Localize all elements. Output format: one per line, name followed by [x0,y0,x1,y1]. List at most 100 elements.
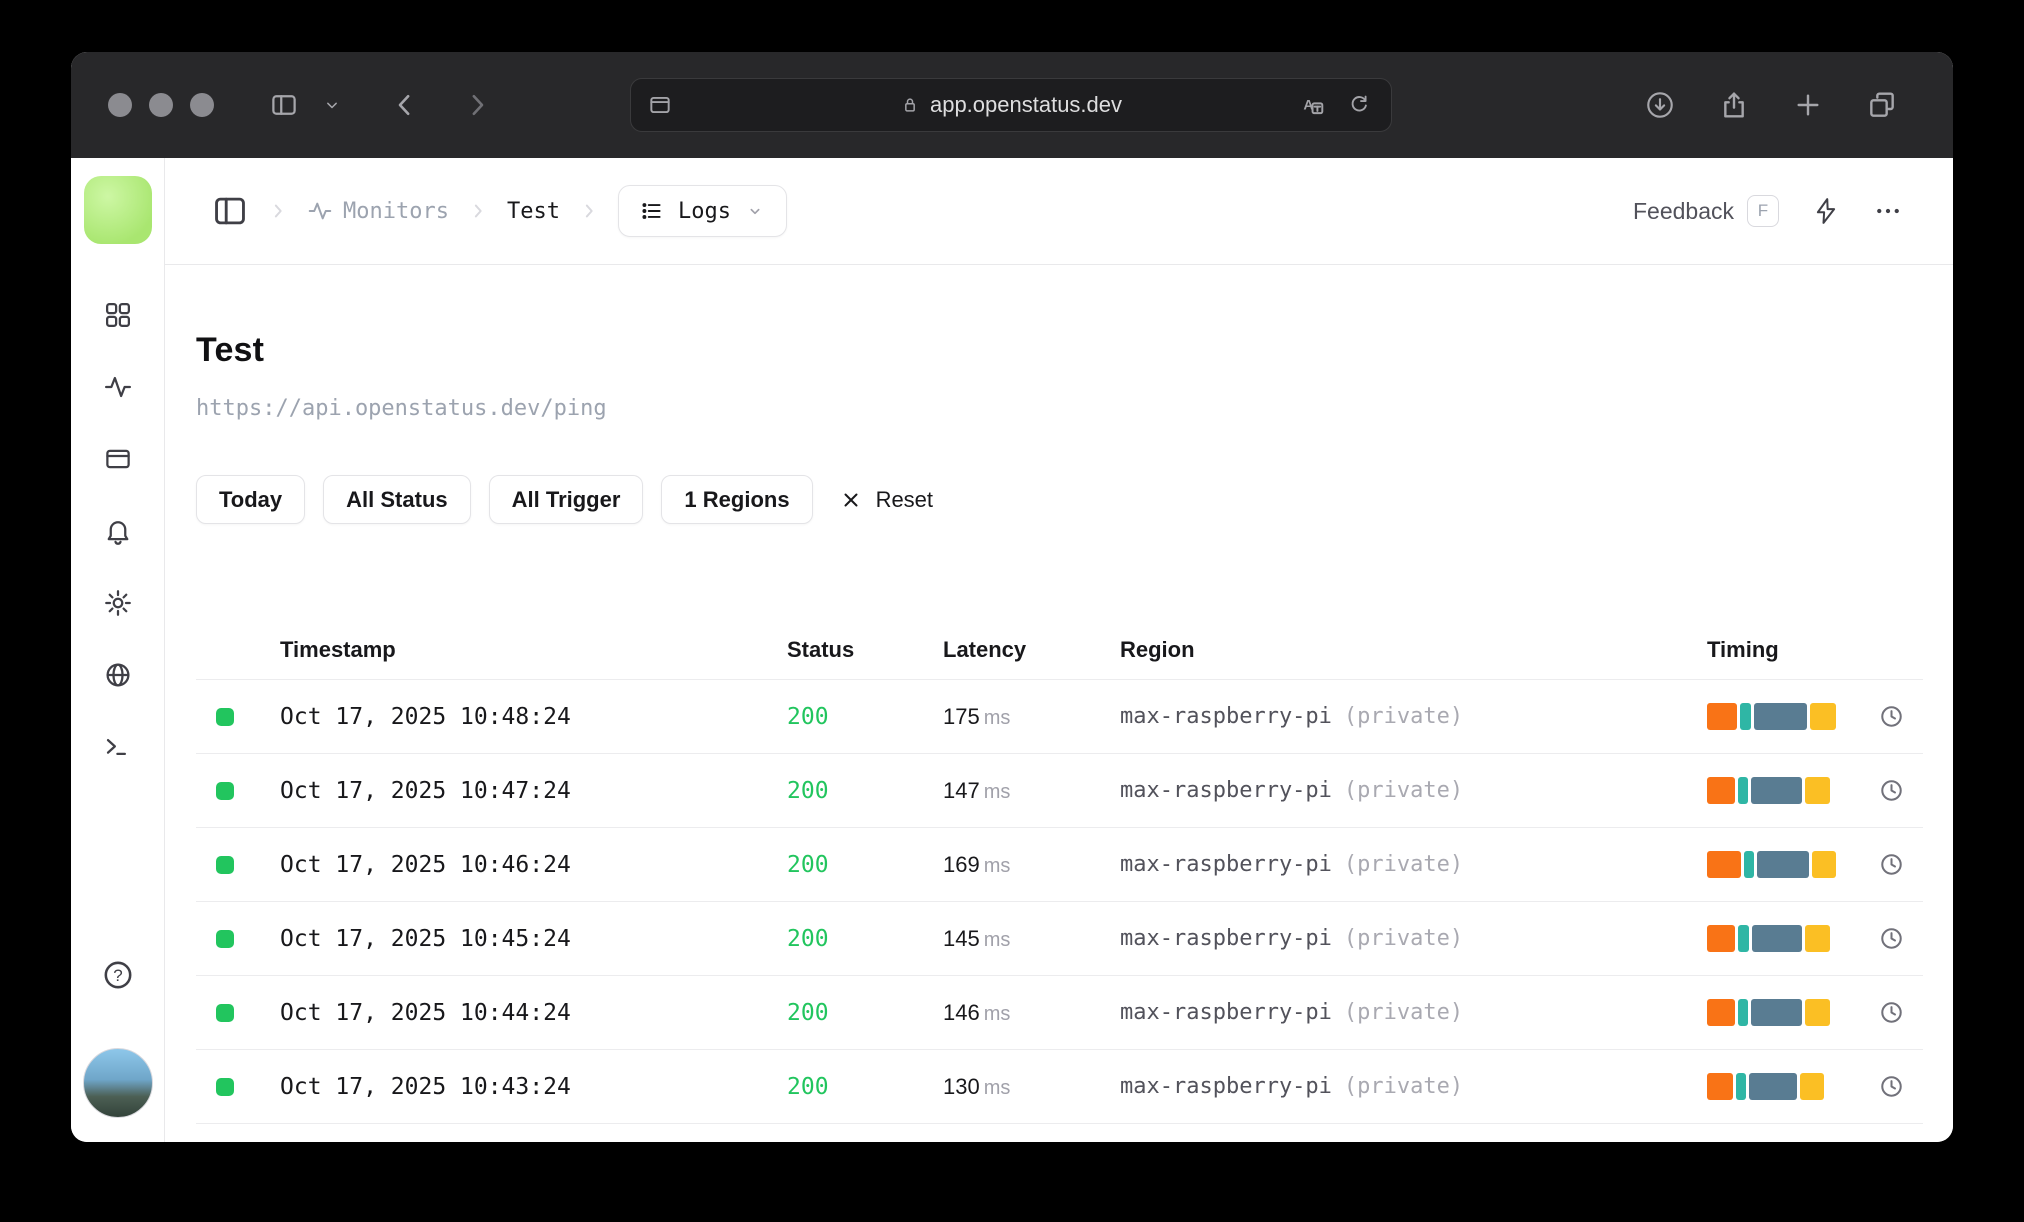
log-status-code: 200 [787,1073,829,1100]
workspace-logo[interactable] [84,176,152,244]
close-button[interactable] [108,93,132,117]
zoom-button[interactable] [190,93,214,117]
log-timestamp: Oct 17, 2025 10:43:24 [280,1073,571,1100]
forward-icon[interactable] [457,85,497,125]
activity-icon[interactable] [71,351,165,423]
feedback-button[interactable]: Feedback F [1633,195,1779,227]
logs-dropdown-button[interactable]: Logs [617,185,787,237]
status-dot [216,707,234,726]
timing-segment [1744,851,1754,878]
address-text: app.openstatus.dev [929,92,1123,117]
status-page-icon[interactable] [71,423,165,495]
region-private-badge: (private) [1343,1000,1464,1025]
timing-segment [1707,1073,1733,1100]
filter-regions-button[interactable]: 1 Regions [661,475,813,524]
log-row[interactable]: Oct 17, 2025 10:45:24 200 145 ms max-rasp… [196,902,1923,976]
chevron-down-icon[interactable] [319,85,345,125]
timing-segment [1805,925,1830,952]
clock-icon[interactable] [1878,703,1923,730]
browser-window: app.openstatus.dev A ? Monitors Test Log… [71,52,1953,1142]
breadcrumb-separator-icon [265,198,291,224]
panel-left-icon[interactable] [211,192,249,230]
log-timestamp: Oct 17, 2025 10:46:24 [280,851,571,878]
reload-icon[interactable] [1346,79,1371,131]
latency-unit: ms [983,1002,1011,1025]
clock-icon[interactable] [1878,851,1923,878]
app-header: Monitors Test Logs Feedback F [165,158,1953,265]
timing-bar [1707,703,1878,730]
back-icon[interactable] [385,85,425,125]
terminal-icon[interactable] [71,711,165,783]
bell-icon[interactable] [71,495,165,567]
filter-bar: Today All Status All Trigger 1 Regions R… [196,475,1923,524]
timing-segment [1736,1073,1746,1100]
column-timestamp: Timestamp [280,636,396,662]
log-row[interactable]: Oct 17, 2025 10:47:24 200 147 ms max-rasp… [196,754,1923,828]
more-options-icon[interactable] [1873,196,1903,226]
new-tab-icon[interactable] [1787,85,1829,125]
monitor-endpoint-url: https://api.openstatus.dev/ping [196,396,607,421]
timing-segment [1738,925,1749,952]
region-private-badge: (private) [1343,926,1464,951]
clock-icon[interactable] [1878,1073,1923,1100]
x-icon [844,493,858,506]
timing-segment [1810,703,1836,730]
breadcrumb-monitors[interactable]: Monitors [307,198,449,224]
region-private-badge: (private) [1343,852,1464,877]
share-icon[interactable] [1713,85,1755,125]
globe-icon[interactable] [71,639,165,711]
sidebar-toggle-icon[interactable] [264,85,304,125]
status-dot [216,1077,234,1096]
log-timestamp: Oct 17, 2025 10:47:24 [280,777,571,804]
filter-trigger-button[interactable]: All Trigger [488,475,644,524]
timing-segment [1800,1073,1824,1100]
filter-status-button[interactable]: All Status [323,475,471,524]
timing-bar [1707,777,1878,804]
timing-segment [1738,777,1748,804]
page-menu-icon[interactable] [647,79,673,131]
tab-overview-icon[interactable] [1861,85,1903,125]
clock-icon[interactable] [1878,999,1923,1026]
sidebar-rail: ? [71,158,165,1142]
help-icon[interactable]: ? [71,958,165,992]
translate-icon[interactable]: A [1299,79,1325,131]
user-avatar[interactable] [83,1048,153,1118]
address-bar[interactable]: app.openstatus.dev A [630,78,1392,132]
timing-segment [1812,851,1836,878]
log-row[interactable]: Oct 17, 2025 10:48:24 200 175 ms max-rasp… [196,680,1923,754]
page-title: Test [196,331,265,369]
filter-date-button[interactable]: Today [196,475,306,524]
log-latency: 169 ms [943,851,1011,877]
timing-segment [1707,777,1735,804]
log-region: max-raspberry-pi (private) [1120,1000,1464,1025]
clock-icon[interactable] [1878,777,1923,804]
downloads-icon[interactable] [1639,85,1681,125]
status-dot [216,929,234,948]
log-table-body: Oct 17, 2025 10:48:24 200 175 ms max-rasp… [196,680,1923,1124]
timing-bar [1707,999,1878,1026]
log-row[interactable]: Oct 17, 2025 10:46:24 200 169 ms max-rasp… [196,828,1923,902]
lightning-icon[interactable] [1811,196,1841,226]
clock-icon[interactable] [1878,925,1923,952]
log-row[interactable]: Oct 17, 2025 10:44:24 200 146 ms max-rasp… [196,976,1923,1050]
timing-bar [1707,1073,1878,1100]
grid-icon[interactable] [71,279,165,351]
log-row[interactable]: Oct 17, 2025 10:43:24 200 130 ms max-rasp… [196,1050,1923,1124]
latency-unit: ms [983,1076,1011,1099]
column-timing: Timing [1707,636,1779,662]
breadcrumb-test[interactable]: Test [507,199,560,224]
log-latency: 130 ms [943,1073,1011,1099]
latency-unit: ms [983,928,1011,951]
list-icon [642,203,661,219]
timing-segment [1707,999,1735,1026]
timing-segment [1751,777,1802,804]
reset-filters-button[interactable]: Reset [839,487,933,513]
log-region: max-raspberry-pi (private) [1120,852,1464,877]
minimize-button[interactable] [149,93,173,117]
chevron-down-icon [744,200,766,222]
log-region: max-raspberry-pi (private) [1120,778,1464,803]
log-timestamp: Oct 17, 2025 10:44:24 [280,999,571,1026]
column-status: Status [787,636,855,662]
settings-gear-icon[interactable] [71,567,165,639]
svg-text:?: ? [113,966,122,985]
